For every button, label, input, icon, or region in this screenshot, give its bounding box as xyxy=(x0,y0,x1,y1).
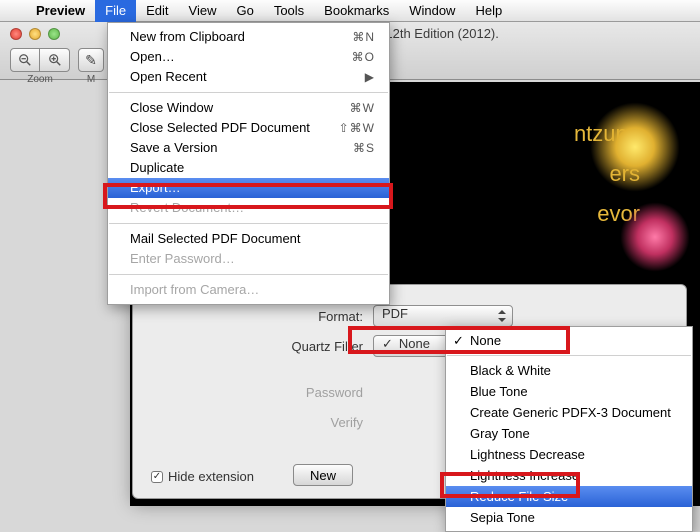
menu-item-label: Mail Selected PDF Document xyxy=(130,230,375,248)
menu-preview[interactable]: Preview xyxy=(26,0,95,22)
checkmark-icon: ✓ xyxy=(453,331,464,350)
menu-file[interactable]: File xyxy=(95,0,136,22)
file-menu-item[interactable]: Mail Selected PDF Document xyxy=(108,229,389,249)
menu-item-label: Enter Password… xyxy=(130,250,375,268)
menu-item-label: Open Recent xyxy=(130,68,325,86)
menu-help[interactable]: Help xyxy=(465,0,512,22)
quartz-filter-option[interactable]: Black & White xyxy=(446,360,692,381)
menu-item-label: New from Clipboard xyxy=(130,28,325,46)
menu-item-shortcut: ⌘O xyxy=(325,48,375,66)
menu-item-label: Close Selected PDF Document xyxy=(130,119,325,137)
hide-extension-label: Hide extension xyxy=(168,469,254,484)
file-menu-item[interactable]: Duplicate xyxy=(108,158,389,178)
new-folder-button[interactable]: New xyxy=(293,464,353,486)
file-menu-item[interactable]: Save a Version⌘S xyxy=(108,138,389,158)
quartz-filter-option[interactable]: Lightness Decrease xyxy=(446,444,692,465)
file-menu-item: Import from Camera… xyxy=(108,280,389,300)
file-menu-item[interactable]: New from Clipboard⌘N xyxy=(108,27,389,47)
file-menu-dropdown: New from Clipboard⌘NOpen…⌘OOpen Recent▶C… xyxy=(107,22,390,305)
quartz-filter-option[interactable]: Create Generic PDFX-3 Document xyxy=(446,402,692,423)
quartz-filter-option[interactable]: Gray Tone xyxy=(446,423,692,444)
file-menu-item: Enter Password… xyxy=(108,249,389,269)
option-label: Gray Tone xyxy=(470,426,530,441)
zoom-group xyxy=(10,48,70,72)
menu-item-shortcut: ⌘W xyxy=(325,99,375,117)
option-label: Black & White xyxy=(470,363,551,378)
format-select[interactable]: PDF xyxy=(373,305,513,327)
menu-item-shortcut: ⇧⌘W xyxy=(325,119,375,137)
menu-go[interactable]: Go xyxy=(226,0,263,22)
option-label: Sepia Tone xyxy=(470,510,535,525)
option-label: Create Generic PDFX-3 Document xyxy=(470,405,671,420)
hide-extension-checkbox[interactable]: ✓ xyxy=(151,471,163,483)
file-menu-item[interactable]: Close Window⌘W xyxy=(108,98,389,118)
file-menu-item[interactable]: Open…⌘O xyxy=(108,47,389,67)
menu-item-label: Revert Document… xyxy=(130,199,375,217)
menubar: Preview File Edit View Go Tools Bookmark… xyxy=(0,0,700,22)
quartz-filter-option[interactable]: Lightness Increase xyxy=(446,465,692,486)
zoom-in-button[interactable] xyxy=(40,48,70,72)
menu-item-label: Open… xyxy=(130,48,325,66)
zoom-label: Zoom xyxy=(10,74,70,85)
option-label: Blue Tone xyxy=(470,384,528,399)
verify-label: Verify xyxy=(253,415,363,430)
quartz-filter-label: Quartz Filter xyxy=(253,339,363,354)
menu-item-label: Import from Camera… xyxy=(130,281,375,299)
file-menu-item: Revert Document… xyxy=(108,198,389,218)
menu-item-label: Close Window xyxy=(130,99,325,117)
zoom-out-button[interactable] xyxy=(10,48,40,72)
quartz-filter-option[interactable]: ✓ None xyxy=(446,330,692,351)
quartz-filter-option[interactable]: Sepia Tone xyxy=(446,507,692,528)
option-label: None xyxy=(470,333,501,348)
quartz-filter-option[interactable]: Reduce File Size xyxy=(446,486,692,507)
password-label: Password xyxy=(253,385,363,400)
menu-bookmarks[interactable]: Bookmarks xyxy=(314,0,399,22)
menu-item-label: Duplicate xyxy=(130,159,375,177)
toolbar-m-button[interactable]: ✎ xyxy=(78,48,104,72)
format-label: Format: xyxy=(253,309,363,324)
menu-tools[interactable]: Tools xyxy=(264,0,314,22)
submenu-arrow-icon: ▶ xyxy=(325,68,375,86)
menu-edit[interactable]: Edit xyxy=(136,0,178,22)
menu-item-shortcut: ⌘N xyxy=(325,28,375,46)
file-menu-item[interactable]: Open Recent▶ xyxy=(108,67,389,87)
option-label: Lightness Decrease xyxy=(470,447,585,462)
menu-window[interactable]: Window xyxy=(399,0,465,22)
file-menu-item[interactable]: Export… xyxy=(108,178,389,198)
file-menu-item[interactable]: Close Selected PDF Document⇧⌘W xyxy=(108,118,389,138)
menu-item-shortcut: ⌘S xyxy=(325,139,375,157)
menu-view[interactable]: View xyxy=(179,0,227,22)
menu-item-label: Save a Version xyxy=(130,139,325,157)
menu-item-label: Export… xyxy=(130,179,375,197)
option-label: Lightness Increase xyxy=(470,468,579,483)
quartz-filter-popup: ✓ None Black & White Blue Tone Create Generi… xyxy=(445,326,693,532)
quartz-filter-option[interactable]: Blue Tone xyxy=(446,381,692,402)
option-label: Reduce File Size xyxy=(470,489,568,504)
toolbar-m-label: M xyxy=(78,74,104,85)
